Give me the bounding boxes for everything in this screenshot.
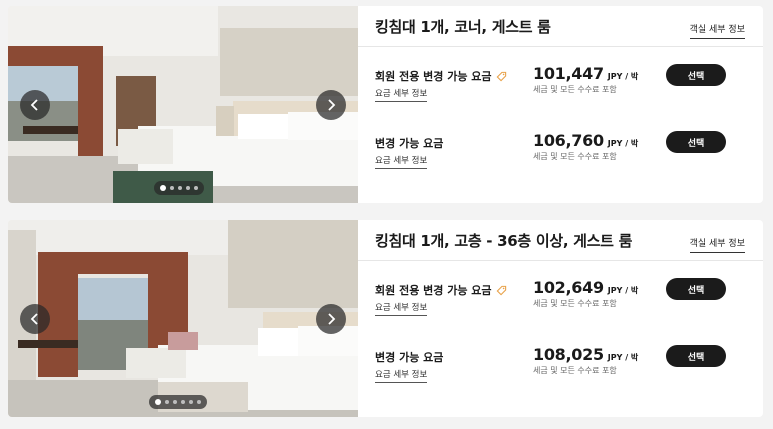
price-unit: JPY / 박 (607, 353, 639, 362)
rate-name: 회원 전용 변경 가능 요금 (375, 68, 507, 84)
divider (358, 46, 763, 47)
price-unit: JPY / 박 (607, 72, 639, 81)
room-info: 킹침대 1개, 코너, 게스트 룸 객실 세부 정보 회원 전용 변경 가능 요… (358, 6, 763, 203)
chevron-left-icon (30, 98, 38, 111)
price-amount: 102,649 (533, 278, 604, 297)
room-photo (8, 6, 358, 203)
price-unit: JPY / 박 (607, 286, 639, 295)
room-photo-image (8, 220, 358, 417)
divider (358, 260, 763, 261)
select-button[interactable]: 선택 (666, 64, 726, 86)
rate-detail-link[interactable]: 요금 세부 정보 (375, 368, 428, 383)
price: 108,025 JPY / 박 (533, 345, 638, 364)
select-button[interactable]: 선택 (666, 131, 726, 153)
room-detail-link[interactable]: 객실 세부 정보 (689, 22, 745, 39)
photo-pagination (149, 395, 207, 409)
price-amount: 108,025 (533, 345, 604, 364)
tax-note: 세금 및 모든 수수료 포함 (533, 366, 617, 375)
tag-icon (496, 285, 506, 295)
room-info: 킹침대 1개, 고층 - 36층 이상, 게스트 룸 객실 세부 정보 회원 전… (358, 220, 763, 417)
room-detail-link[interactable]: 객실 세부 정보 (689, 236, 745, 253)
rate-row: 회원 전용 변경 가능 요금 요금 세부 정보 101,447 JPY / 박 세… (358, 64, 763, 118)
photo-pagination (154, 181, 204, 195)
chevron-left-icon (30, 312, 38, 325)
rate-name-text: 변경 가능 요금 (375, 137, 444, 150)
room-photo (8, 220, 358, 417)
price: 101,447 JPY / 박 (533, 64, 638, 83)
room-card: 킹침대 1개, 코너, 게스트 룸 객실 세부 정보 회원 전용 변경 가능 요… (8, 6, 763, 203)
rate-detail-link[interactable]: 요금 세부 정보 (375, 154, 428, 169)
pagination-dot[interactable] (181, 400, 185, 404)
photo-prev-button[interactable] (20, 303, 50, 334)
pagination-dot[interactable] (197, 400, 201, 404)
price-amount: 101,447 (533, 64, 604, 83)
pagination-dot[interactable] (155, 399, 161, 405)
price-amount: 106,760 (533, 131, 604, 150)
chevron-right-icon (328, 312, 336, 325)
rate-name-text: 변경 가능 요금 (375, 351, 444, 364)
rate-name-text: 회원 전용 변경 가능 요금 (375, 70, 492, 83)
tax-note: 세금 및 모든 수수료 포함 (533, 299, 617, 308)
room-title: 킹침대 1개, 고층 - 36층 이상, 게스트 룸 (375, 232, 633, 250)
pagination-dot[interactable] (170, 186, 174, 190)
pagination-dot[interactable] (178, 186, 182, 190)
select-button[interactable]: 선택 (666, 278, 726, 300)
rate-name: 회원 전용 변경 가능 요금 (375, 282, 507, 298)
tax-note: 세금 및 모든 수수료 포함 (533, 152, 617, 161)
pagination-dot[interactable] (186, 186, 190, 190)
tag-icon (496, 71, 506, 81)
rate-name: 변경 가능 요금 (375, 349, 443, 365)
price: 106,760 JPY / 박 (533, 131, 638, 150)
pagination-dot[interactable] (189, 400, 193, 404)
photo-prev-button[interactable] (20, 89, 50, 120)
rate-name: 변경 가능 요금 (375, 135, 443, 151)
room-card: 킹침대 1개, 고층 - 36층 이상, 게스트 룸 객실 세부 정보 회원 전… (8, 220, 763, 417)
rate-row: 회원 전용 변경 가능 요금 요금 세부 정보 102,649 JPY / 박 세… (358, 278, 763, 332)
rate-row: 변경 가능 요금 요금 세부 정보 108,025 JPY / 박 세금 및 모든… (358, 345, 763, 399)
pagination-dot[interactable] (194, 186, 198, 190)
pagination-dot[interactable] (165, 400, 169, 404)
tax-note: 세금 및 모든 수수료 포함 (533, 85, 617, 94)
rate-row: 변경 가능 요금 요금 세부 정보 106,760 JPY / 박 세금 및 모든… (358, 131, 763, 185)
room-title: 킹침대 1개, 코너, 게스트 룸 (375, 18, 551, 36)
photo-next-button[interactable] (316, 303, 346, 334)
photo-next-button[interactable] (316, 89, 346, 120)
rate-detail-link[interactable]: 요금 세부 정보 (375, 87, 428, 102)
chevron-right-icon (328, 98, 336, 111)
price: 102,649 JPY / 박 (533, 278, 638, 297)
select-button[interactable]: 선택 (666, 345, 726, 367)
rate-name-text: 회원 전용 변경 가능 요금 (375, 284, 492, 297)
price-unit: JPY / 박 (607, 139, 639, 148)
room-photo-image (8, 6, 358, 203)
pagination-dot[interactable] (173, 400, 177, 404)
pagination-dot[interactable] (160, 185, 166, 191)
rate-detail-link[interactable]: 요금 세부 정보 (375, 301, 428, 316)
